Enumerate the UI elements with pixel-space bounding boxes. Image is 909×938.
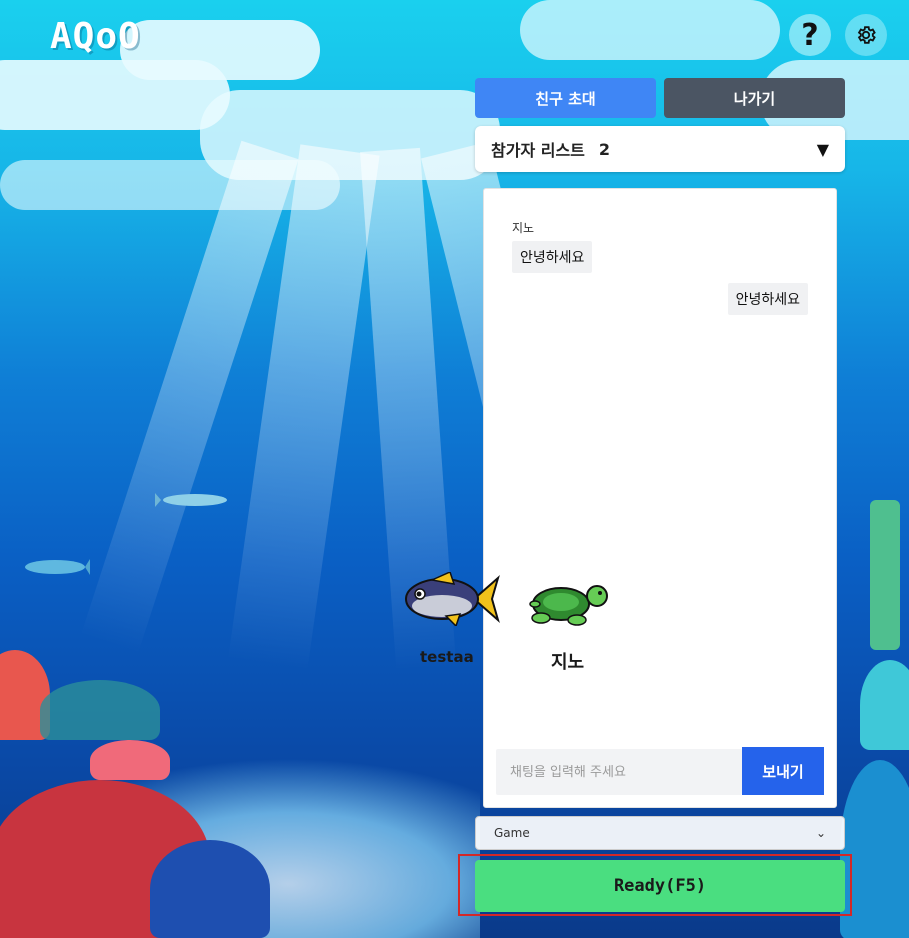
game-mode-value: Game bbox=[494, 826, 530, 840]
fish-icon bbox=[405, 572, 500, 626]
leave-button[interactable]: 나가기 bbox=[664, 78, 845, 118]
gear-icon bbox=[857, 26, 876, 44]
participant-list-label: 참가자 리스트 bbox=[491, 141, 585, 160]
send-button[interactable]: 보내기 bbox=[742, 747, 824, 795]
coral bbox=[150, 840, 270, 938]
caret-down-icon: ▼ bbox=[816, 139, 829, 159]
ready-button[interactable]: Ready(F5) bbox=[475, 860, 845, 912]
chat-message-sent: 안녕하세요 bbox=[727, 283, 808, 315]
cloud bbox=[520, 0, 780, 60]
help-icon: ? bbox=[801, 17, 819, 53]
participant-list-toggle[interactable]: 참가자 리스트 2 ▼ bbox=[475, 126, 845, 172]
chat-message-received: 안녕하세요 bbox=[512, 241, 593, 273]
background-fish-icon bbox=[155, 493, 227, 507]
chat-input[interactable] bbox=[496, 749, 742, 795]
seaweed bbox=[870, 500, 900, 650]
coral bbox=[90, 740, 170, 780]
avatar-name: testaa bbox=[420, 648, 474, 666]
turtle-icon bbox=[529, 585, 608, 626]
coral bbox=[860, 660, 909, 750]
help-button[interactable]: ? bbox=[789, 14, 831, 56]
background-fish-icon bbox=[25, 559, 90, 575]
avatar-name: 지노 bbox=[551, 652, 585, 673]
settings-button[interactable] bbox=[845, 14, 887, 56]
chat-panel: 지노 안녕하세요 안녕하세요 보내기 bbox=[483, 188, 837, 808]
invite-friend-button[interactable]: 친구 초대 bbox=[475, 78, 656, 118]
cloud bbox=[120, 20, 320, 80]
game-mode-select[interactable]: Game ⌄ bbox=[475, 816, 845, 850]
coral bbox=[40, 680, 160, 740]
message-sender: 지노 bbox=[512, 221, 535, 235]
chevron-down-icon: ⌄ bbox=[815, 826, 826, 840]
app-logo[interactable]: AQoO bbox=[50, 16, 141, 57]
participant-count: 2 bbox=[598, 139, 611, 159]
